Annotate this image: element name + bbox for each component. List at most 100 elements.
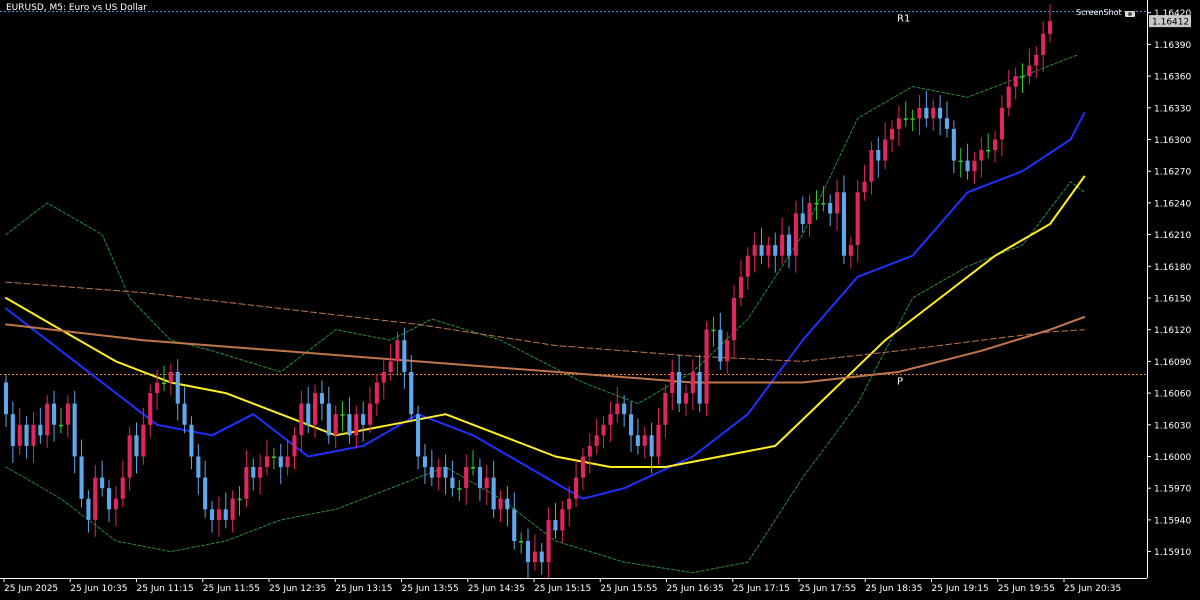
candle-body[interactable] — [189, 424, 194, 457]
candle-body[interactable] — [416, 414, 421, 457]
candle-body[interactable] — [491, 477, 496, 510]
candle-body[interactable] — [786, 234, 791, 256]
candle-body[interactable] — [567, 498, 572, 510]
candle-body[interactable] — [835, 192, 840, 214]
candle-body[interactable] — [580, 456, 585, 478]
candle-body[interactable] — [141, 424, 146, 457]
candle-body[interactable] — [120, 477, 125, 499]
candle-body[interactable] — [230, 498, 235, 520]
candle-body[interactable] — [134, 435, 139, 457]
candle-body[interactable] — [175, 371, 180, 404]
candle-body[interactable] — [869, 150, 874, 182]
candle-body[interactable] — [79, 456, 84, 499]
candle-body[interactable] — [368, 403, 373, 425]
candle-body[interactable] — [436, 467, 441, 478]
candle-body[interactable] — [876, 150, 881, 161]
candle-body[interactable] — [203, 477, 208, 510]
candle-body[interactable] — [285, 456, 290, 468]
candle-body[interactable] — [381, 371, 386, 383]
candle-body[interactable] — [31, 424, 36, 446]
candle-body[interactable] — [65, 403, 70, 425]
candle-body[interactable] — [319, 393, 324, 404]
candle-body[interactable] — [642, 435, 647, 446]
candle-body[interactable] — [635, 435, 640, 446]
candle-body[interactable] — [299, 403, 304, 436]
candle-body[interactable] — [340, 414, 345, 416]
candle-body[interactable] — [1047, 21, 1052, 34]
candle-body[interactable] — [587, 445, 592, 457]
candle-body[interactable] — [622, 403, 627, 415]
candle-body[interactable] — [670, 371, 675, 393]
candle-body[interactable] — [127, 435, 132, 478]
candle-body[interactable] — [752, 245, 757, 256]
screenshot-button[interactable]: ScreenShot — [1076, 8, 1135, 17]
candle-body[interactable] — [780, 234, 785, 256]
candle-body[interactable] — [649, 435, 654, 457]
candle-body[interactable] — [759, 245, 764, 256]
candle-body[interactable] — [313, 393, 318, 425]
candle-body[interactable] — [38, 424, 43, 436]
candle-body[interactable] — [223, 509, 228, 520]
candle-body[interactable] — [732, 298, 737, 341]
candle-body[interactable] — [972, 160, 977, 172]
candle-body[interactable] — [271, 456, 276, 459]
candle-body[interactable] — [402, 340, 407, 372]
candle-body[interactable] — [896, 118, 901, 129]
candle-body[interactable] — [883, 139, 888, 161]
candle-body[interactable] — [725, 340, 730, 362]
candle-body[interactable] — [237, 498, 242, 501]
candle-body[interactable] — [601, 424, 606, 436]
candle-body[interactable] — [264, 456, 269, 468]
candle-body[interactable] — [574, 477, 579, 499]
candle-body[interactable] — [704, 329, 709, 404]
candle-body[interactable] — [979, 150, 984, 161]
candle-body[interactable] — [258, 467, 263, 478]
candle-body[interactable] — [690, 371, 695, 393]
candle-body[interactable] — [395, 340, 400, 362]
candle-body[interactable] — [86, 498, 91, 520]
candle-body[interactable] — [745, 255, 750, 277]
candle-body[interactable] — [72, 403, 77, 457]
candle-body[interactable] — [58, 424, 63, 427]
candle-body[interactable] — [388, 361, 393, 372]
candle-body[interactable] — [161, 382, 166, 385]
candle-body[interactable] — [182, 403, 187, 425]
candle-body[interactable] — [539, 551, 544, 563]
candle-body[interactable] — [560, 509, 565, 531]
candles[interactable] — [3, 4, 1052, 580]
candle-body[interactable] — [107, 488, 112, 510]
candle-body[interactable] — [951, 128, 956, 161]
candle-body[interactable] — [457, 488, 462, 490]
candle-body[interactable] — [3, 382, 8, 415]
candle-body[interactable] — [93, 477, 98, 520]
candle-body[interactable] — [931, 107, 936, 119]
candle-body[interactable] — [244, 467, 249, 499]
candle-body[interactable] — [471, 467, 476, 469]
candle-body[interactable] — [196, 456, 201, 478]
candle-body[interactable] — [944, 118, 949, 129]
candle-body[interactable] — [168, 371, 173, 383]
candle-body[interactable] — [766, 245, 771, 256]
candle-body[interactable] — [333, 414, 338, 436]
candle-body[interactable] — [848, 245, 853, 256]
candle-body[interactable] — [429, 467, 434, 478]
candle-body[interactable] — [1013, 76, 1018, 87]
candle-body[interactable] — [148, 393, 153, 425]
candle-body[interactable] — [608, 414, 613, 425]
candle-body[interactable] — [677, 371, 682, 404]
candle-body[interactable] — [155, 382, 160, 394]
candle-body[interactable] — [958, 160, 963, 163]
candle-body[interactable] — [793, 213, 798, 256]
candle-body[interactable] — [113, 498, 118, 510]
candle-body[interactable] — [306, 403, 311, 425]
candle-body[interactable] — [855, 192, 860, 246]
candle-body[interactable] — [938, 107, 943, 119]
candle-body[interactable] — [697, 371, 702, 404]
candle-body[interactable] — [498, 498, 503, 510]
candle-body[interactable] — [965, 160, 970, 172]
candle-body[interactable] — [1020, 76, 1025, 78]
candle-body[interactable] — [841, 192, 846, 256]
candle-body[interactable] — [525, 541, 530, 563]
candle-body[interactable] — [292, 435, 297, 457]
candle-body[interactable] — [903, 118, 908, 120]
